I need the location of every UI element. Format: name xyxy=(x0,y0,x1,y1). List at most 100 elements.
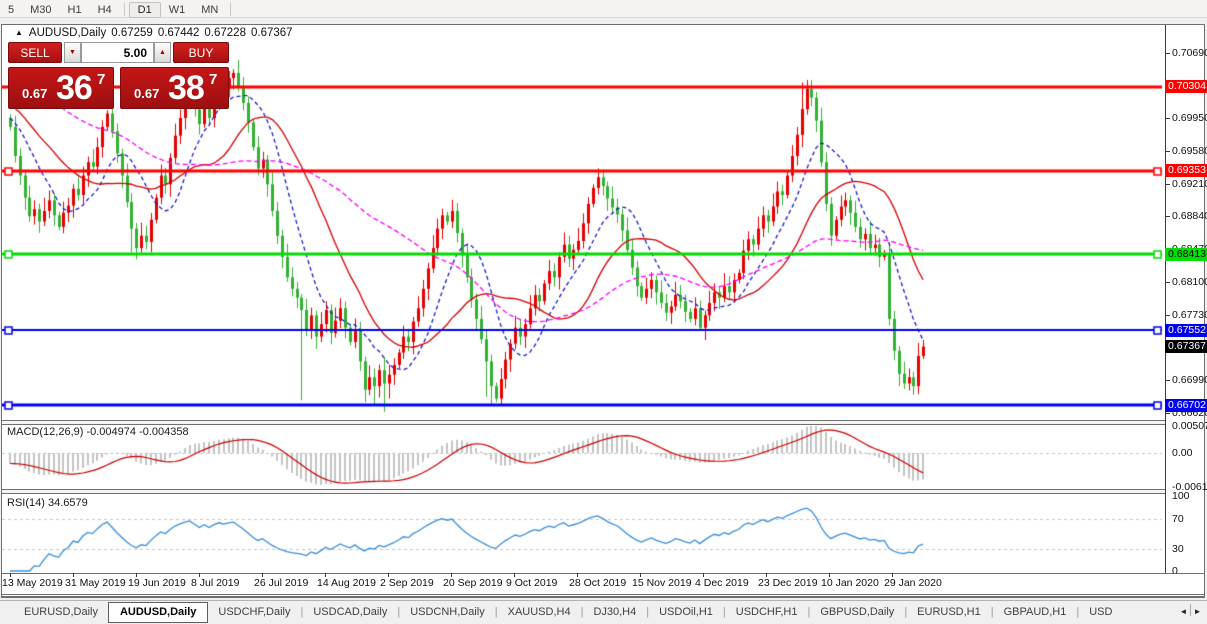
rsi-axis-label: 0 xyxy=(1172,565,1178,577)
date-label: 14 Aug 2019 xyxy=(317,577,376,589)
price-tick-label: 0.69580 xyxy=(1172,145,1207,157)
timeframe-button-d1[interactable]: D1 xyxy=(129,2,161,18)
timeframe-button-5[interactable]: 5 xyxy=(0,2,22,18)
tabs-scroll-right-button[interactable]: ► xyxy=(1191,601,1204,623)
date-label: 15 Nov 2019 xyxy=(632,577,692,589)
price-tick-label: 0.67730 xyxy=(1172,309,1207,321)
collapse-panel-icon[interactable]: ▲ xyxy=(15,28,23,37)
date-label: 4 Dec 2019 xyxy=(695,577,749,589)
timeframe-button-mn[interactable]: MN xyxy=(193,2,226,18)
buy-price-prefix: 0.67 xyxy=(134,86,159,101)
timeframe-toolbar: 5M30H1H4 D1W1MN xyxy=(0,0,1207,18)
price-tick-label: 0.66990 xyxy=(1172,374,1207,386)
date-label: 31 May 2019 xyxy=(65,577,126,589)
ohlc-high: 0.67442 xyxy=(158,27,200,39)
chart-tab-xauusd-h4[interactable]: XAUUSD,H4 xyxy=(498,602,581,622)
chart-tab-gbpaud-h1[interactable]: GBPAUD,H1 xyxy=(994,602,1077,622)
price-tick xyxy=(1166,380,1170,381)
price-badge: 0.69353 xyxy=(1165,164,1207,177)
price-tick xyxy=(1166,118,1170,119)
chart-tab-dj30-h4[interactable]: DJ30,H4 xyxy=(583,602,646,622)
sell-price-big-digits: 36 xyxy=(56,69,92,108)
date-label: 20 Sep 2019 xyxy=(443,577,503,589)
pane-splitter-macd[interactable] xyxy=(2,420,1165,425)
price-badge: 0.67367 xyxy=(1165,340,1207,353)
toolbar-separator xyxy=(230,2,231,16)
volume-input[interactable] xyxy=(81,42,154,63)
price-tick-label: 0.69210 xyxy=(1172,178,1207,190)
price-tick-label: 0.68840 xyxy=(1172,210,1207,222)
price-tick xyxy=(1166,151,1170,152)
chart-tab-eurusd-daily[interactable]: EURUSD,Daily xyxy=(14,602,108,622)
chart-tab-usdcad-daily[interactable]: USDCAD,Daily xyxy=(303,602,397,622)
one-click-trading-panel: SELL ▼ ▲ BUY 0.67 36 7 0.67 38 7 xyxy=(8,42,229,109)
chart-tab-usd[interactable]: USD xyxy=(1079,602,1122,622)
timeframe-button-h1[interactable]: H1 xyxy=(60,2,90,18)
date-label: 26 Jul 2019 xyxy=(254,577,308,589)
buy-price-pip-digit: 7 xyxy=(209,71,217,88)
date-label: 19 Jun 2019 xyxy=(128,577,186,589)
rsi-axis-label: 30 xyxy=(1172,543,1184,555)
sell-price-pip-digit: 7 xyxy=(97,71,105,88)
macd-axis-label: 0.00 xyxy=(1172,447,1192,459)
chart-frame-line xyxy=(2,594,1204,595)
price-tick xyxy=(1166,53,1170,54)
price-tick xyxy=(1166,315,1170,316)
price-tick xyxy=(1166,413,1170,414)
chart-tabs-bar: EURUSD,DailyAUDUSD,DailyUSDCHF,Daily|USD… xyxy=(0,600,1207,624)
toolbar-separator xyxy=(124,2,125,16)
date-label: 13 May 2019 xyxy=(2,577,63,589)
chart-tab-usdchf-daily[interactable]: USDCHF,Daily xyxy=(208,602,300,622)
volume-decrease-button[interactable]: ▼ xyxy=(64,42,81,63)
date-label: 8 Jul 2019 xyxy=(191,577,239,589)
sell-button[interactable]: SELL xyxy=(8,42,62,63)
chart-tab-usdcnh-daily[interactable]: USDCNH,Daily xyxy=(400,602,495,622)
price-badge: 0.67552 xyxy=(1165,324,1207,337)
pane-splitter-rsi[interactable] xyxy=(2,489,1165,494)
chart-tab-usdoil-h1[interactable]: USDOil,H1 xyxy=(649,602,723,622)
date-label: 9 Oct 2019 xyxy=(506,577,557,589)
chart-tab-gbpusd-daily[interactable]: GBPUSD,Daily xyxy=(810,602,904,622)
rsi-axis-label: 100 xyxy=(1172,490,1190,502)
rsi-axis-label: 70 xyxy=(1172,513,1184,525)
ohlc-info-line: ▲ AUDUSD,Daily 0.67259 0.67442 0.67228 0.6736… xyxy=(15,27,293,39)
price-badge: 0.70304 xyxy=(1165,80,1207,93)
date-label: 29 Jan 2020 xyxy=(884,577,942,589)
timeframe-button-m30[interactable]: M30 xyxy=(22,2,59,18)
macd-indicator-label: MACD(12,26,9) -0.004974 -0.004358 xyxy=(7,426,189,438)
chart-tab-audusd-daily[interactable]: AUDUSD,Daily xyxy=(108,602,208,623)
price-tick-label: 0.69950 xyxy=(1172,112,1207,124)
price-tick-label: 0.70690 xyxy=(1172,47,1207,59)
sell-price-button[interactable]: 0.67 36 7 xyxy=(8,67,114,109)
sell-price-prefix: 0.67 xyxy=(22,86,47,101)
timeframe-button-w1[interactable]: W1 xyxy=(161,2,194,18)
chart-window: ▲AUDUSD,Daily0.672590.674420.672280.6736… xyxy=(1,24,1205,598)
tabs-scroll-left-button[interactable]: ◄ xyxy=(1177,601,1190,623)
price-badge: 0.66702 xyxy=(1165,399,1207,412)
macd-axis-label: 0.005076 xyxy=(1172,420,1207,432)
chart-tab-eurusd-h1[interactable]: EURUSD,H1 xyxy=(907,602,991,622)
date-label: 2 Sep 2019 xyxy=(380,577,434,589)
tab-scroll-arrows: ◄► xyxy=(1174,601,1207,623)
chart-tab-usdchf-h1[interactable]: USDCHF,H1 xyxy=(726,602,808,622)
price-axis-line xyxy=(1165,25,1166,573)
price-badge: 0.68413 xyxy=(1165,248,1207,261)
rsi-indicator-label: RSI(14) 34.6579 xyxy=(7,497,88,509)
buy-button[interactable]: BUY xyxy=(173,42,229,63)
ohlc-close: 0.67367 xyxy=(251,27,293,39)
buy-price-button[interactable]: 0.67 38 7 xyxy=(120,67,229,109)
date-axis-line xyxy=(2,573,1204,574)
timeframe-button-h4[interactable]: H4 xyxy=(90,2,120,18)
price-tick xyxy=(1166,282,1170,283)
date-label: 28 Oct 2019 xyxy=(569,577,626,589)
ohlc-open: 0.67259 xyxy=(111,27,153,39)
chart-frame-line xyxy=(2,596,1204,597)
date-label: 10 Jan 2020 xyxy=(821,577,879,589)
chart-symbol-period: AUDUSD,Daily xyxy=(29,27,106,39)
volume-increase-button[interactable]: ▲ xyxy=(154,42,171,63)
buy-price-big-digits: 38 xyxy=(168,69,204,108)
price-tick xyxy=(1166,216,1170,217)
price-tick xyxy=(1166,184,1170,185)
ohlc-low: 0.67228 xyxy=(204,27,246,39)
price-tick-label: 0.68100 xyxy=(1172,276,1207,288)
